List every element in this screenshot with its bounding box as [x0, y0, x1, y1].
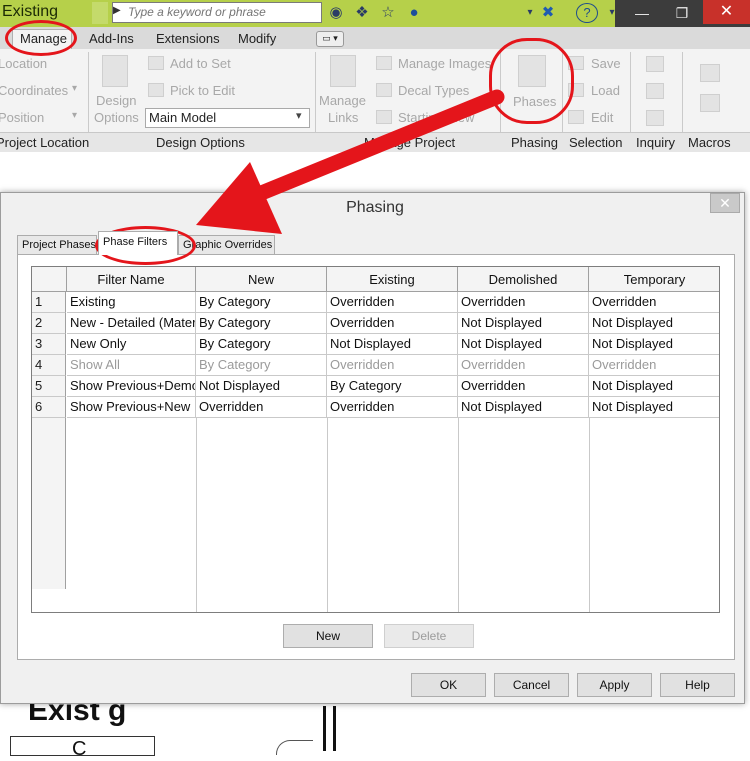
annotation-arrow	[196, 89, 505, 234]
tab-phase-filters[interactable]: Phase Filters	[98, 231, 178, 255]
